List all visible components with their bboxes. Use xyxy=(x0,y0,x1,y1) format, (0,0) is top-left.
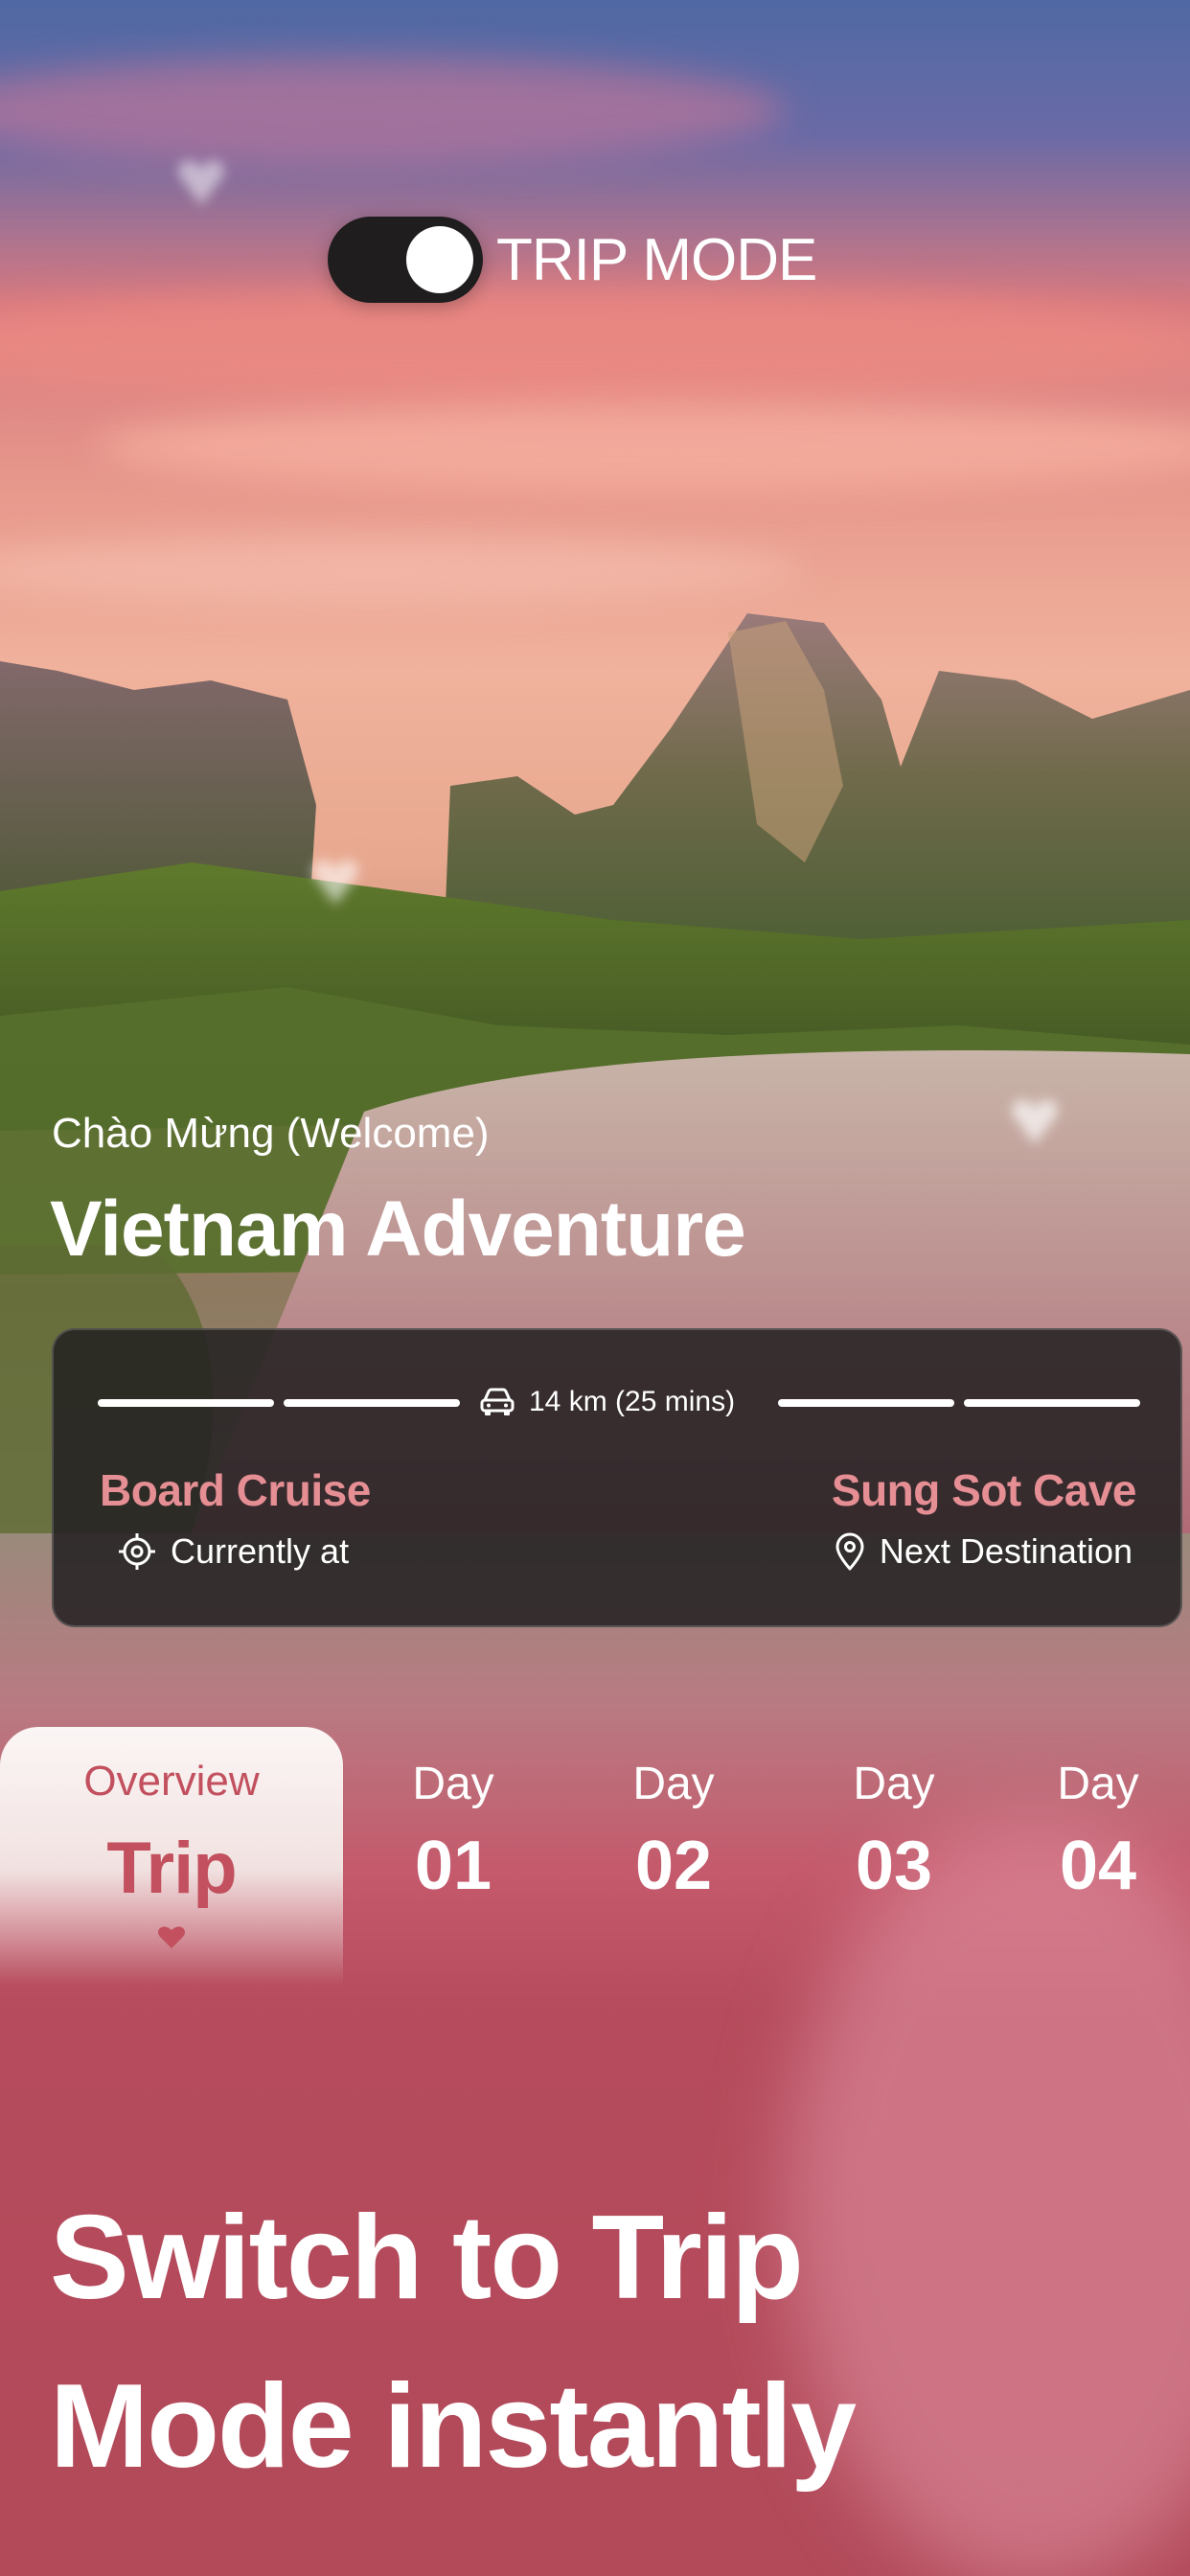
welcome-subtitle: Chào Mừng (Welcome) xyxy=(52,1110,490,1157)
heart-sparkle-icon xyxy=(178,160,224,205)
route-segment xyxy=(98,1399,274,1407)
trip-mode-toggle-row: TRIP MODE xyxy=(328,217,817,303)
tab-day-04[interactable]: Day 04 xyxy=(1012,1727,1184,1938)
crosshair-icon xyxy=(119,1533,155,1570)
tab-day-label: Day xyxy=(853,1759,935,1809)
headline-line-2: Mode instantly xyxy=(50,2360,857,2493)
cloud-streak xyxy=(96,402,1190,489)
heart-sparkle-icon xyxy=(1012,1099,1058,1144)
cloud-streak xyxy=(0,288,1190,402)
headline-line-1: Switch to Trip xyxy=(50,2192,804,2324)
tab-day-02[interactable]: Day 02 xyxy=(587,1727,760,1938)
current-stop-status-text: Currently at xyxy=(171,1531,350,1571)
tab-overview-trip[interactable]: Overview Trip xyxy=(0,1727,343,1986)
promo-headline: Switch to Trip Mode instantly xyxy=(50,2174,1104,2511)
route-segment xyxy=(964,1399,1140,1407)
switch-knob xyxy=(406,226,473,293)
cloud-streak xyxy=(0,58,786,163)
route-segment xyxy=(284,1399,460,1407)
trip-mode-label: TRIP MODE xyxy=(496,226,817,293)
tab-trip-label: Trip xyxy=(106,1828,237,1909)
next-stop-name: Sung Sot Cave xyxy=(831,1465,1137,1515)
tab-day-number: 03 xyxy=(855,1828,933,1904)
route-distance: 14 km (25 mins) xyxy=(479,1386,735,1418)
next-stop-status-text: Next Destination xyxy=(879,1531,1133,1571)
route-progress: 14 km (25 mins) xyxy=(98,1386,1140,1424)
tab-overview-label: Overview xyxy=(83,1758,260,1805)
next-stop-status: Next Destination xyxy=(834,1531,1133,1572)
trip-title: Vietnam Adventure xyxy=(50,1185,746,1273)
route-card[interactable]: 14 km (25 mins) Board Cruise Currently a… xyxy=(52,1328,1182,1627)
heart-icon xyxy=(158,1926,185,1948)
trip-mode-switch[interactable] xyxy=(328,217,483,303)
current-stop-name: Board Cruise xyxy=(100,1465,371,1515)
car-icon xyxy=(480,1388,515,1415)
tab-day-label: Day xyxy=(632,1759,715,1809)
tab-day-label: Day xyxy=(412,1759,494,1809)
tab-day-number: 02 xyxy=(634,1828,713,1904)
route-distance-text: 14 km (25 mins) xyxy=(529,1386,736,1417)
tab-day-number: 04 xyxy=(1059,1828,1137,1904)
current-stop-status: Currently at xyxy=(117,1531,349,1572)
tab-day-label: Day xyxy=(1057,1759,1139,1809)
route-segment xyxy=(778,1399,954,1407)
tab-day-03[interactable]: Day 03 xyxy=(808,1727,980,1938)
heart-sparkle-icon xyxy=(312,860,358,905)
tab-day-01[interactable]: Day 01 xyxy=(367,1727,539,1938)
tab-day-number: 01 xyxy=(414,1828,492,1904)
location-pin-icon xyxy=(835,1532,864,1571)
